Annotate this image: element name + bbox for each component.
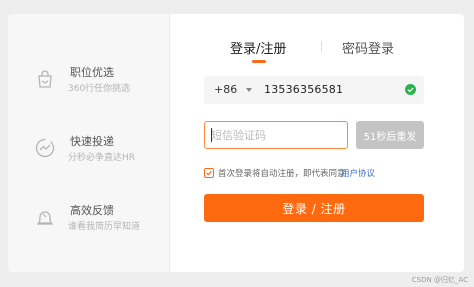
- feature-item-deliver: 快速投递 分秒必争直达HR: [34, 133, 164, 173]
- text-cursor: [211, 128, 212, 142]
- login-form: 登录/注册 密码登录 +86 13536356581 51秒后重发 首次登录将自…: [170, 14, 464, 272]
- feature-subtitle: 分秒必争直达HR: [68, 153, 136, 163]
- active-tab-indicator: [252, 60, 266, 63]
- tab-password-login[interactable]: 密码登录: [342, 38, 394, 57]
- login-card: 职位优选 360行任你挑选 快速投递 分秒必争直达HR 高效反馈 谁看我简历早知…: [8, 14, 464, 272]
- phone-number-value[interactable]: 13536356581: [264, 83, 343, 96]
- chevron-down-icon[interactable]: [246, 88, 252, 92]
- country-code-select[interactable]: +86: [214, 83, 237, 96]
- feature-subtitle: 360行任你挑选: [68, 84, 131, 94]
- tab-divider: [321, 41, 322, 52]
- bag-icon: [34, 68, 56, 90]
- agreement-checkbox[interactable]: [204, 168, 214, 178]
- agreement-row: 首次登录将自动注册，即代表同意 用户协议: [204, 167, 444, 181]
- feature-sidebar: 职位优选 360行任你挑选 快速投递 分秒必争直达HR 高效反馈 谁看我简历早知…: [8, 14, 170, 272]
- bell-icon: [34, 206, 56, 228]
- feature-subtitle: 谁看我简历早知道: [68, 222, 141, 232]
- user-agreement-link[interactable]: 用户协议: [341, 167, 375, 179]
- sms-code-input[interactable]: [204, 121, 348, 149]
- login-register-button[interactable]: 登录 / 注册: [204, 194, 424, 222]
- watermark: CSDN @归忆_AC: [411, 276, 468, 284]
- feature-item-select: 职位优选 360行任你挑选: [34, 64, 164, 104]
- feature-title: 高效反馈: [70, 204, 114, 217]
- resend-code-button[interactable]: 51秒后重发: [356, 121, 424, 149]
- phone-field[interactable]: +86 13536356581: [204, 76, 424, 104]
- feature-item-feedback: 高效反馈 谁看我简历早知道: [34, 202, 164, 242]
- trend-icon: [34, 137, 56, 159]
- check-circle-icon: [405, 84, 416, 95]
- feature-title: 职位优选: [70, 66, 114, 79]
- feature-title: 快速投递: [70, 135, 114, 148]
- agreement-text: 首次登录将自动注册，即代表同意: [218, 169, 346, 179]
- tab-login-register[interactable]: 登录/注册: [230, 38, 286, 57]
